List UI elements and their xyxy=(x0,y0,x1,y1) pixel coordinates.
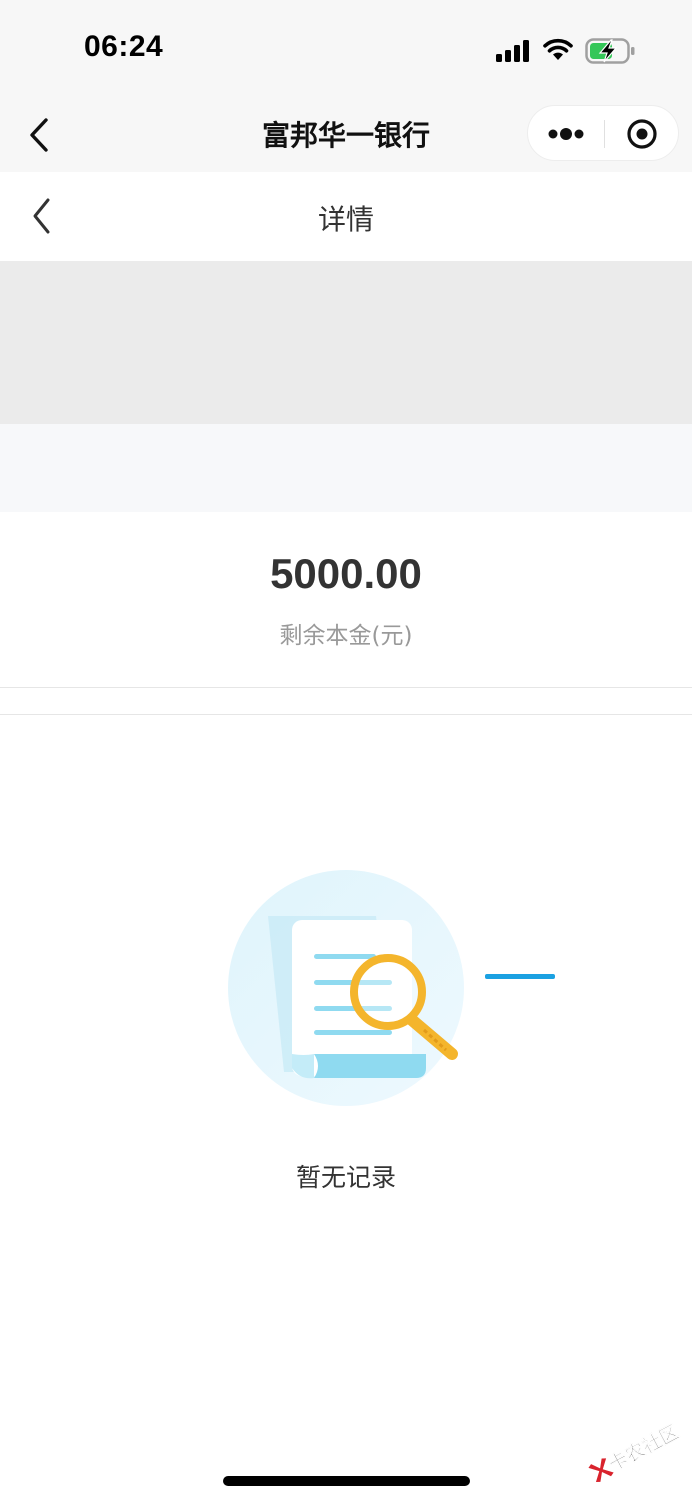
remaining-principal-label: 剩余本金(元) xyxy=(279,623,413,649)
banner-spacer xyxy=(0,424,692,512)
home-indicator[interactable] xyxy=(223,1476,470,1486)
banner-placeholder xyxy=(0,261,692,424)
page-header: 详情 xyxy=(0,172,692,260)
battery-charging-icon xyxy=(585,38,635,64)
close-miniprogram-button[interactable] xyxy=(605,106,680,162)
status-bar: 06:24 xyxy=(0,0,692,100)
signal-icon xyxy=(496,40,529,62)
watermark-text: 卡农社区 xyxy=(605,1420,683,1477)
capsule-menu xyxy=(527,105,679,161)
remaining-principal-amount: 5000.00 xyxy=(270,550,422,597)
empty-state-message: 暂无记录 xyxy=(295,1163,396,1192)
amount-summary: 5000.00 剩余本金(元) xyxy=(0,512,692,688)
wifi-icon xyxy=(543,38,573,60)
watermark: 卡农社区 xyxy=(580,1409,692,1500)
nav-bar: 富邦华一银行 xyxy=(0,100,692,172)
more-button[interactable] xyxy=(528,106,604,162)
section-divider xyxy=(0,688,692,715)
status-time: 06:24 xyxy=(84,30,164,63)
page-title: 详情 xyxy=(317,203,374,236)
target-close-icon xyxy=(627,119,657,149)
document-search-icon xyxy=(228,870,555,1106)
more-dots-icon xyxy=(548,128,584,140)
